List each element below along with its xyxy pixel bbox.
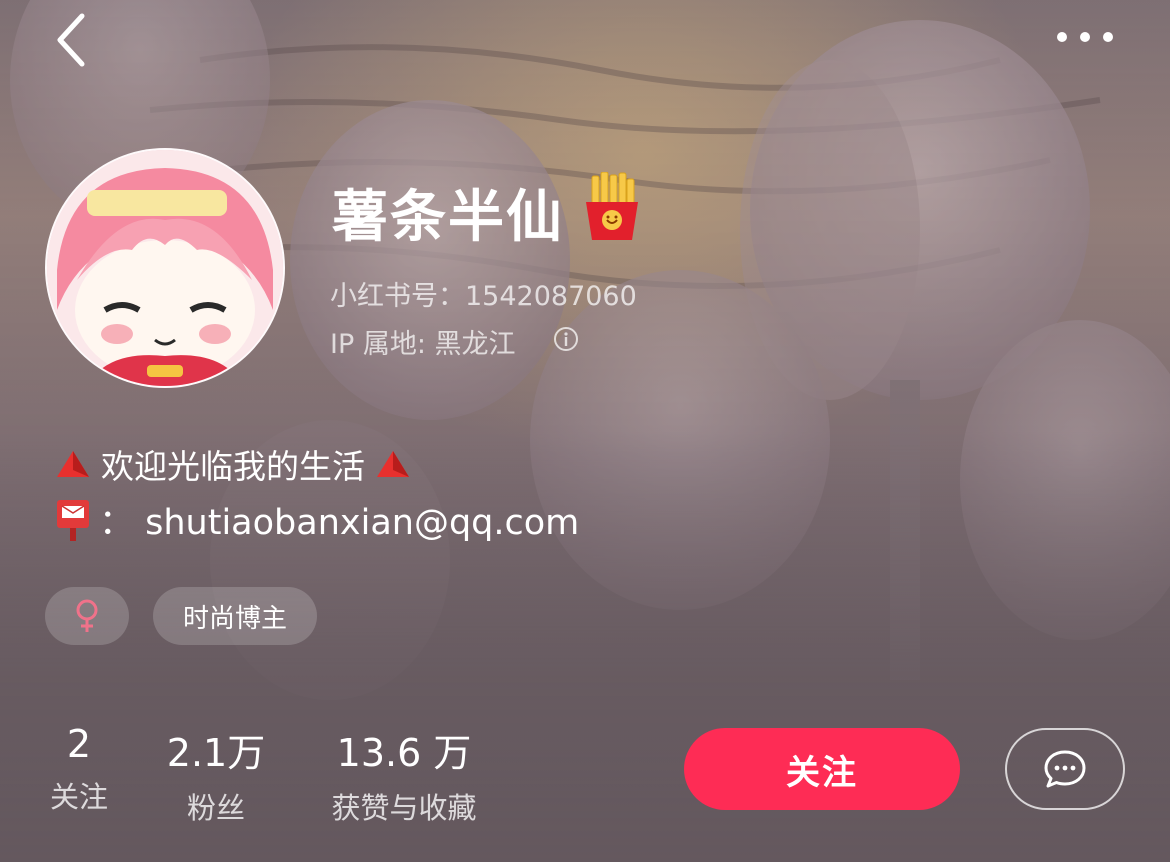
chat-bubble-icon	[1044, 750, 1086, 788]
gender-tag	[45, 587, 129, 645]
stat-likes-value: 13.6 万	[336, 731, 472, 775]
mailbox-icon	[57, 499, 89, 541]
stat-likes[interactable]: 13.6 万 获赞与收藏	[310, 722, 498, 827]
stat-likes-label: 获赞与收藏	[331, 791, 477, 825]
profile-name: 薯条半仙	[332, 185, 564, 250]
more-dots-icon[interactable]	[1052, 22, 1118, 52]
redbook-id: 小红书号：1542087060	[330, 281, 637, 312]
follow-button[interactable]: 关注	[684, 728, 960, 810]
avatar[interactable]	[45, 148, 285, 388]
category-tag[interactable]: 时尚博主	[153, 587, 317, 645]
bio-line-1: 欢迎光临我的生活	[55, 440, 411, 488]
stat-fans-label: 粉丝	[186, 791, 245, 825]
female-symbol-icon	[76, 599, 98, 632]
stat-fans-value: 2.1万	[166, 731, 266, 775]
stat-following-label: 关注	[49, 780, 108, 814]
red-triangle-icon	[57, 451, 89, 477]
avatar-illustration	[47, 150, 283, 386]
stat-fans[interactable]: 2.1万 粉丝	[152, 722, 280, 827]
bio-text-2: ： shutiaobanxian@qq.com	[99, 503, 580, 543]
info-icon[interactable]	[553, 326, 579, 352]
french-fries-icon	[586, 172, 638, 240]
stat-following-value: 2	[66, 722, 92, 766]
chevron-left-icon[interactable]	[50, 10, 96, 70]
bio-line-2: ： shutiaobanxian@qq.com	[55, 494, 579, 545]
stat-following[interactable]: 2 关注	[40, 722, 118, 816]
chat-button[interactable]	[1005, 728, 1125, 810]
ip-location: IP 属地: 黑龙江	[330, 329, 516, 360]
red-triangle-icon	[377, 451, 409, 477]
bio-text-1: 欢迎光临我的生活	[101, 447, 365, 486]
